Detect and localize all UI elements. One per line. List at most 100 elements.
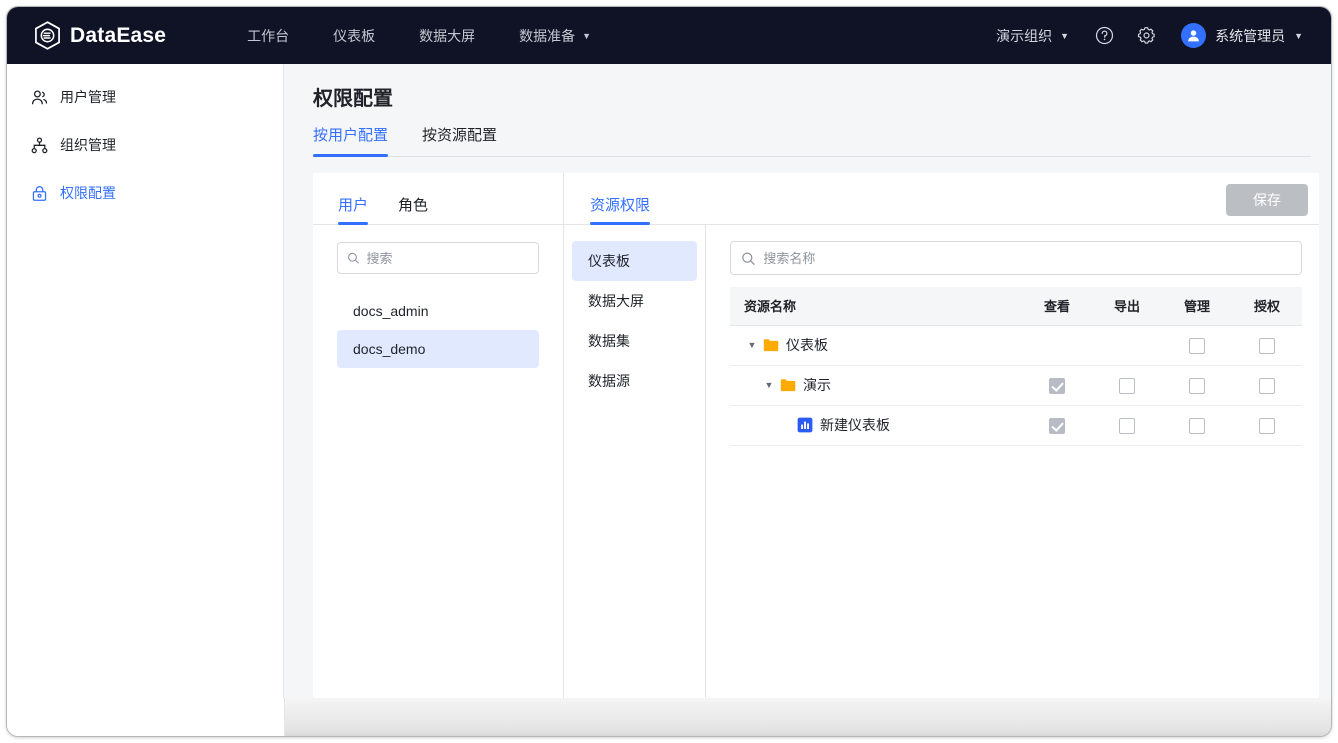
table-row[interactable]: ▼ 仪表板 <box>730 325 1302 366</box>
nav-item-label: 工作台 <box>247 27 290 44</box>
resource-nav-label: 数据集 <box>588 333 630 349</box>
table-header-row: 资源名称 查看 导出 管理 授权 <box>730 287 1302 326</box>
manage-cell <box>1162 325 1232 366</box>
column-header-view: 查看 <box>1022 287 1092 326</box>
nav-item-label: 数据大屏 <box>419 27 476 44</box>
resource-panel-header: 资源权限 保存 <box>564 173 1319 225</box>
user-search-input[interactable] <box>366 250 529 266</box>
sidebar-item-permission-config[interactable]: 权限配置 <box>7 169 283 217</box>
resource-nav-label: 仪表板 <box>588 253 630 269</box>
org-switcher-label: 演示组织 <box>996 27 1053 44</box>
tab-label: 按资源配置 <box>422 127 498 144</box>
resource-nav-label: 数据源 <box>588 373 630 389</box>
export-cell <box>1092 405 1162 446</box>
view-checkbox <box>1049 417 1065 434</box>
list-item-docs-demo[interactable]: docs_demo <box>337 330 539 368</box>
chevron-down-icon: ▼ <box>1060 30 1070 41</box>
export-cell <box>1092 325 1162 366</box>
manage-checkbox[interactable] <box>1189 337 1205 354</box>
authorize-cell <box>1232 405 1302 446</box>
help-button[interactable] <box>1087 19 1121 53</box>
search-icon <box>348 252 359 264</box>
org-switcher[interactable]: 演示组织 ▼ <box>982 26 1083 46</box>
resource-nav-item-dataset[interactable]: 数据集 <box>572 321 697 361</box>
sidebar-item-org-management[interactable]: 组织管理 <box>7 121 283 169</box>
user-name-label: 系统管理员 <box>1215 27 1286 44</box>
resource-name-label: 新建仪表板 <box>820 417 890 433</box>
tab-by-resource[interactable]: 按资源配置 <box>422 124 497 156</box>
column-header-authorize: 授权 <box>1232 287 1302 326</box>
table-header: 资源名称 查看 导出 管理 授权 <box>730 287 1302 326</box>
manage-checkbox[interactable] <box>1189 377 1205 394</box>
view-cell <box>1022 325 1092 366</box>
page-tabs: 按用户配置 按资源配置 <box>313 124 1311 157</box>
tab-by-user[interactable]: 按用户配置 <box>313 124 389 157</box>
tab-roles[interactable]: 角色 <box>398 194 428 224</box>
search-icon <box>742 251 755 265</box>
authorize-checkbox[interactable] <box>1259 377 1275 394</box>
org-tree-icon <box>31 136 48 153</box>
column-header-manage: 管理 <box>1162 287 1232 326</box>
table-row[interactable]: 新建仪表板 <box>730 405 1302 446</box>
sidebar-item-user-management[interactable]: 用户管理 <box>7 73 283 121</box>
nav-item-dashboard[interactable]: 仪表板 <box>311 7 397 64</box>
help-circle-icon <box>1095 26 1113 45</box>
authorize-cell <box>1232 365 1302 406</box>
users-panel-tabs: 用户 角色 <box>313 173 563 225</box>
users-icon <box>31 90 48 104</box>
resource-panel: 资源权限 保存 仪表板 数据大屏 数据集 数据源 搜索名称 资源名称 查看 导出… <box>564 173 1319 736</box>
user-search-box[interactable] <box>337 242 539 274</box>
top-navigation-bar: DataEase 工作台 仪表板 数据大屏 数据准备 ▼ 演示组织 ▼ 系统管理… <box>7 7 1331 64</box>
resource-search-input[interactable] <box>763 250 1291 266</box>
nav-item-label: 仪表板 <box>333 27 376 44</box>
authorize-cell <box>1232 325 1302 366</box>
users-panel: 用户 角色 docs_admin <box>313 173 564 736</box>
view-cell <box>1022 365 1092 406</box>
expand-caret-icon[interactable]: ▼ <box>761 380 777 390</box>
brand-logo[interactable]: DataEase <box>34 21 166 50</box>
resource-nav-item-datasource[interactable]: 数据源 <box>572 361 697 401</box>
main-content: 权限配置 按用户配置 按资源配置 用户 角色 搜索 docs_admin doc… <box>285 64 1331 736</box>
tab-label: 按用户配置 <box>313 127 389 144</box>
expand-caret-icon[interactable]: ▼ <box>744 340 760 350</box>
chevron-down-icon: ▼ <box>1294 30 1303 41</box>
settings-button[interactable] <box>1129 19 1163 53</box>
dataease-logo-icon <box>35 21 60 50</box>
resource-name-cell: ▼ 演示 <box>730 365 1022 406</box>
resource-nav-item-bigscreen[interactable]: 数据大屏 <box>572 281 697 321</box>
resource-name-cell: 新建仪表板 <box>730 405 1022 446</box>
user-item-label: docs_demo <box>353 341 426 357</box>
save-button[interactable]: 保存 <box>1226 184 1308 216</box>
tab-label: 资源权限 <box>590 197 651 214</box>
manage-cell <box>1162 365 1232 406</box>
main-nav-menu: 工作台 仪表板 数据大屏 数据准备 ▼ <box>225 7 613 64</box>
user-item-label: docs_admin <box>353 303 429 319</box>
gear-icon <box>1137 26 1155 44</box>
manage-checkbox[interactable] <box>1189 417 1205 434</box>
export-checkbox[interactable] <box>1119 377 1135 394</box>
permission-card: 用户 角色 docs_admin <box>313 173 1319 736</box>
lock-icon <box>32 185 47 201</box>
column-header-export: 导出 <box>1092 287 1162 326</box>
nav-item-bigscreen[interactable]: 数据大屏 <box>397 7 497 64</box>
authorize-checkbox[interactable] <box>1259 417 1275 434</box>
tab-resource-permission[interactable]: 资源权限 <box>590 194 651 225</box>
nav-item-data-prep[interactable]: 数据准备 ▼ <box>497 7 613 64</box>
resource-type-nav: 仪表板 数据大屏 数据集 数据源 <box>564 225 706 736</box>
user-menu[interactable]: 系统管理员 ▼ <box>1167 23 1309 48</box>
resource-name-label: 仪表板 <box>786 337 828 353</box>
resource-name-cell: ▼ 仪表板 <box>730 325 1022 366</box>
export-checkbox[interactable] <box>1119 417 1135 434</box>
page-title: 权限配置 <box>313 88 393 110</box>
authorize-checkbox[interactable] <box>1259 337 1275 354</box>
tab-label: 用户 <box>338 197 369 214</box>
tab-users[interactable]: 用户 <box>338 194 369 225</box>
resource-nav-label: 数据大屏 <box>588 293 644 309</box>
column-header-resource-name: 资源名称 <box>730 287 1022 326</box>
list-item-docs-admin[interactable]: docs_admin <box>337 292 539 330</box>
nav-item-workbench[interactable]: 工作台 <box>225 7 311 64</box>
table-body: ▼ 仪表板 ▼ 演示 新建仪表板 <box>730 325 1302 446</box>
table-row[interactable]: ▼ 演示 <box>730 365 1302 406</box>
resource-search-box[interactable] <box>730 241 1302 275</box>
resource-nav-item-dashboard[interactable]: 仪表板 <box>572 241 697 281</box>
